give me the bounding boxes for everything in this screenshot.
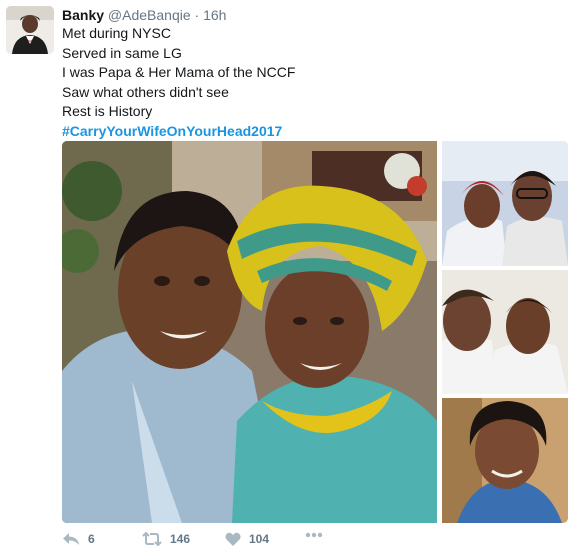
more-icon <box>305 532 323 538</box>
woman-thumb-3[interactable] <box>442 398 568 523</box>
more-button[interactable] <box>305 532 323 538</box>
tweet-timestamp[interactable]: 16h <box>203 7 226 23</box>
avatar[interactable] <box>6 6 54 54</box>
tweet-line: I was Papa & Her Mama of the NCCF <box>62 64 296 81</box>
display-name[interactable]: Banky <box>62 7 104 23</box>
couple-thumb-2[interactable] <box>442 270 568 394</box>
user-handle[interactable]: @AdeBanqie <box>108 7 191 23</box>
like-button[interactable]: 104 <box>225 532 269 546</box>
main-couple-photo[interactable] <box>62 141 437 523</box>
retweet-count: 146 <box>170 532 191 546</box>
tweet-header: Banky @AdeBanqie · 16h <box>62 6 226 24</box>
hashtag-link[interactable]: #CarryYourWifeOnYourHead2017 <box>62 122 295 142</box>
tweet-line: Served in same LG <box>62 44 182 61</box>
retweet-icon <box>142 532 162 546</box>
tweet-line: Rest is History <box>62 103 153 120</box>
tweet-card: Banky @AdeBanqie · 16h Met during NYSC S… <box>0 0 576 556</box>
reply-button[interactable]: 6 <box>62 532 95 546</box>
tweet-text: Met during NYSC Served in same LG I was … <box>62 24 295 142</box>
couple-thumb-1[interactable] <box>442 141 568 266</box>
heart-icon <box>225 532 241 546</box>
separator-dot: · <box>194 7 200 23</box>
tweet-line: Saw what others didn't see <box>62 83 229 100</box>
tweet-line: Met during NYSC <box>62 25 171 41</box>
retweet-button[interactable]: 146 <box>142 532 190 546</box>
avatar-image <box>6 6 54 54</box>
reply-icon <box>63 533 79 545</box>
media-grid <box>62 141 568 523</box>
reply-count: 6 <box>88 532 95 546</box>
like-count: 104 <box>249 532 270 546</box>
